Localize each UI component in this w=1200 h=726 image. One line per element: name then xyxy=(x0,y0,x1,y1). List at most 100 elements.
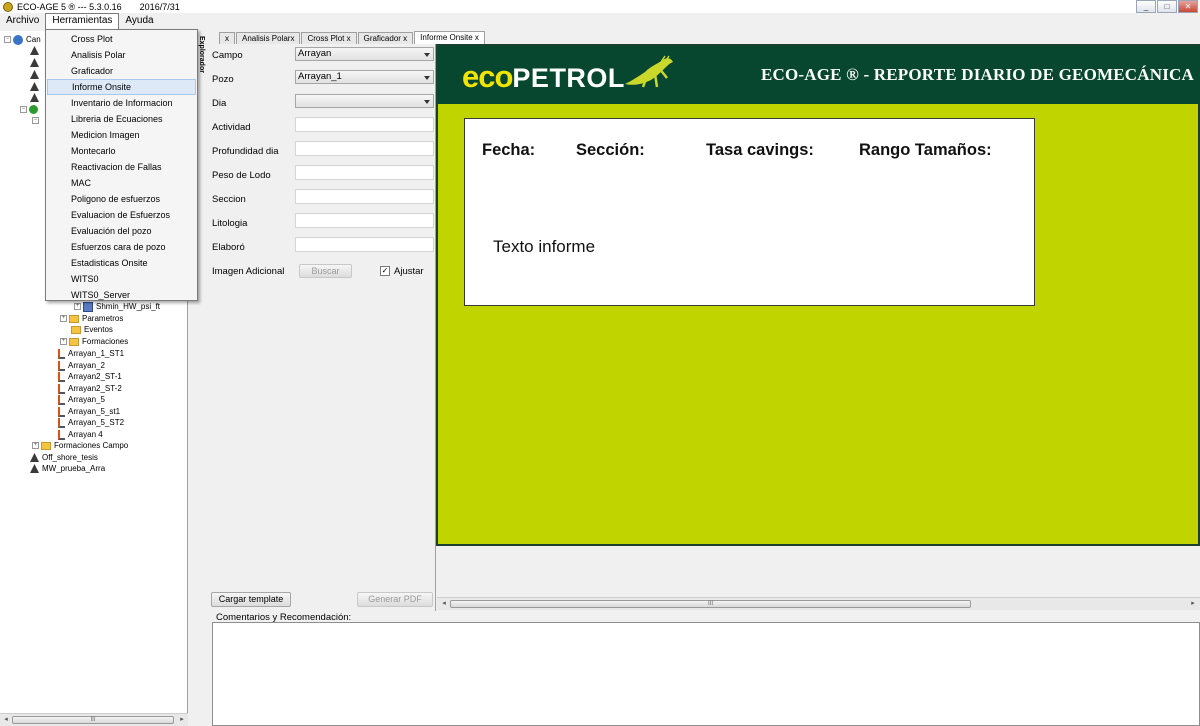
scroll-left-icon[interactable]: ◂ xyxy=(439,599,449,609)
tree-node-parametros[interactable]: + Parametros xyxy=(60,313,123,324)
tab-analisis-polar[interactable]: Analisis Polarx xyxy=(236,32,301,44)
pozo-label: Pozo xyxy=(212,74,234,85)
checkbox-icon[interactable]: ✓ xyxy=(380,266,390,276)
tree-node[interactable] xyxy=(30,81,42,92)
menu-item-analisis-polar[interactable]: Analisis Polar xyxy=(47,47,196,63)
fecha-heading: Fecha: xyxy=(482,141,536,159)
tree-node-well[interactable]: Arrayan 4 xyxy=(58,429,103,440)
generar-pdf-button[interactable]: Generar PDF xyxy=(357,592,433,607)
scroll-right-icon[interactable]: ▸ xyxy=(177,715,187,725)
scroll-left-icon[interactable]: ◂ xyxy=(1,715,11,725)
dia-label: Dia xyxy=(212,98,227,109)
tree-node-well[interactable]: Arrayan_5 xyxy=(58,394,105,405)
caret-down-icon xyxy=(424,100,430,104)
report-preview: ecoPETROL ECO-AGE ® - REPORTE DIARIO DE … xyxy=(436,44,1200,546)
menu-item-evaluacion-esfuerzos[interactable]: Evaluacion de Esfuerzos xyxy=(47,207,196,223)
litologia-input[interactable] xyxy=(295,213,434,228)
tree-node-field[interactable]: MW_prueba_Arra xyxy=(30,463,105,474)
menu-item-graficador[interactable]: Graficador xyxy=(47,63,196,79)
menu-item-cross-plot[interactable]: Cross Plot xyxy=(47,31,196,47)
tree-horizontal-scrollbar[interactable]: ◂ III ▸ xyxy=(0,713,188,726)
actividad-label: Actividad xyxy=(212,122,251,133)
tree-node-well[interactable]: Arrayan_5_ST2 xyxy=(58,417,124,428)
window-title: ECO-AGE 5 ® --- 5.3.0.16 xyxy=(17,1,122,12)
peso-lodo-input[interactable] xyxy=(295,165,434,180)
minimize-button[interactable]: _ xyxy=(1136,0,1156,13)
tree-node-well[interactable]: Arrayan_2 xyxy=(58,360,105,371)
tree-node[interactable] xyxy=(30,92,42,103)
collapse-toggle[interactable]: − xyxy=(20,106,27,113)
report-title: ECO-AGE ® - REPORTE DIARIO DE GEOMECÁNIC… xyxy=(760,65,1194,84)
expand-toggle[interactable]: + xyxy=(60,338,67,345)
dia-select[interactable] xyxy=(295,94,434,108)
well-icon xyxy=(58,348,65,359)
imagen-adicional-label: Imagen Adicional xyxy=(212,266,285,277)
tree-node-formaciones-campo[interactable]: + Formaciones Campo xyxy=(32,440,128,451)
tree-node[interactable] xyxy=(30,45,42,56)
rig-icon xyxy=(30,453,39,462)
menu-item-montecarlo[interactable]: Montecarlo xyxy=(47,143,196,159)
elaboro-input[interactable] xyxy=(295,237,434,252)
expand-toggle[interactable]: + xyxy=(60,315,67,322)
scroll-thumb[interactable]: III xyxy=(450,600,971,608)
tree-node-well[interactable]: Arrayan_5_st1 xyxy=(58,406,120,417)
tab-graficador[interactable]: Graficador x xyxy=(357,32,414,44)
buscar-button[interactable]: Buscar xyxy=(299,264,352,278)
well-icon xyxy=(58,371,65,382)
tree-node-eventos[interactable]: Eventos xyxy=(71,324,113,335)
menu-item-poligono[interactable]: Poligono de esfuerzos xyxy=(47,191,196,207)
menu-ayuda[interactable]: Ayuda xyxy=(119,13,159,29)
scroll-right-icon[interactable]: ▸ xyxy=(1188,599,1198,609)
maximize-button[interactable]: □ xyxy=(1157,0,1177,13)
menu-item-inventario[interactable]: Inventario de Informacion xyxy=(47,95,196,111)
tree-node-formaciones[interactable]: + Formaciones xyxy=(60,336,128,347)
tree-node-field[interactable]: Off_shore_tesis xyxy=(30,452,98,463)
caret-down-icon xyxy=(424,53,430,57)
tree-node[interactable]: − xyxy=(32,115,41,126)
cargar-template-button[interactable]: Cargar template xyxy=(211,592,291,607)
menu-item-reactivacion[interactable]: Reactivacion de Fallas xyxy=(47,159,196,175)
menu-herramientas[interactable]: Herramientas xyxy=(45,13,120,29)
menu-bar: Archivo Herramientas Ayuda xyxy=(0,13,1200,29)
well-icon xyxy=(58,429,65,440)
expand-toggle[interactable]: + xyxy=(32,442,39,449)
menu-archivo[interactable]: Archivo xyxy=(0,13,45,29)
tree-node-well[interactable]: Arrayan2_ST-2 xyxy=(58,383,122,394)
actividad-input[interactable] xyxy=(295,117,434,132)
menu-item-estadisticas[interactable]: Estadisticas Onsite xyxy=(47,255,196,271)
tab-unnamed[interactable]: x xyxy=(219,32,235,44)
menu-item-wits0-server[interactable]: WITS0_Server xyxy=(47,287,196,303)
comentarios-textarea[interactable] xyxy=(212,622,1200,726)
tree-node-well[interactable]: Arrayan2_ST-1 xyxy=(58,371,122,382)
report-form: Campo Arrayan Pozo Arrayan_1 Dia Activid… xyxy=(208,44,436,611)
menu-item-medicion-imagen[interactable]: Medicion Imagen xyxy=(47,127,196,143)
campo-select[interactable]: Arrayan xyxy=(295,47,434,61)
profundidad-input[interactable] xyxy=(295,141,434,156)
menu-item-esfuerzos-cara[interactable]: Esfuerzos cara de pozo xyxy=(47,239,196,255)
tree-node[interactable] xyxy=(30,57,42,68)
scroll-thumb[interactable]: III xyxy=(12,716,174,724)
menu-item-informe-onsite[interactable]: Informe Onsite xyxy=(47,79,196,95)
tree-node-label: Arrayan_2 xyxy=(68,361,105,370)
menu-item-wits0[interactable]: WITS0 xyxy=(47,271,196,287)
menu-item-mac[interactable]: MAC xyxy=(47,175,196,191)
preview-horizontal-scrollbar[interactable]: ◂ III ▸ xyxy=(437,597,1200,610)
pozo-select[interactable]: Arrayan_1 xyxy=(295,70,434,84)
tree-node-well[interactable]: Arrayan_1_ST1 xyxy=(58,348,124,359)
expand-toggle[interactable]: + xyxy=(74,303,81,310)
collapse-toggle[interactable]: − xyxy=(4,36,11,43)
collapse-toggle[interactable]: − xyxy=(32,117,39,124)
folder-icon xyxy=(41,441,51,450)
menu-item-libreria[interactable]: Libreria de Ecuaciones xyxy=(47,111,196,127)
tab-cross-plot[interactable]: Cross Plot x xyxy=(301,32,357,44)
tree-root[interactable]: − Can xyxy=(4,34,41,45)
peso-lodo-label: Peso de Lodo xyxy=(212,170,271,181)
menu-item-evaluacion-pozo[interactable]: Evaluación del pozo xyxy=(47,223,196,239)
tree-node-label: Arrayan2_ST-1 xyxy=(68,372,122,381)
tree-node[interactable] xyxy=(30,69,42,80)
tree-node[interactable]: − xyxy=(20,104,41,115)
close-button[interactable]: ✕ xyxy=(1178,0,1198,13)
tab-informe-onsite[interactable]: Informe Onsite x xyxy=(414,31,485,44)
window-controls: _ □ ✕ xyxy=(1136,0,1198,13)
seccion-input[interactable] xyxy=(295,189,434,204)
